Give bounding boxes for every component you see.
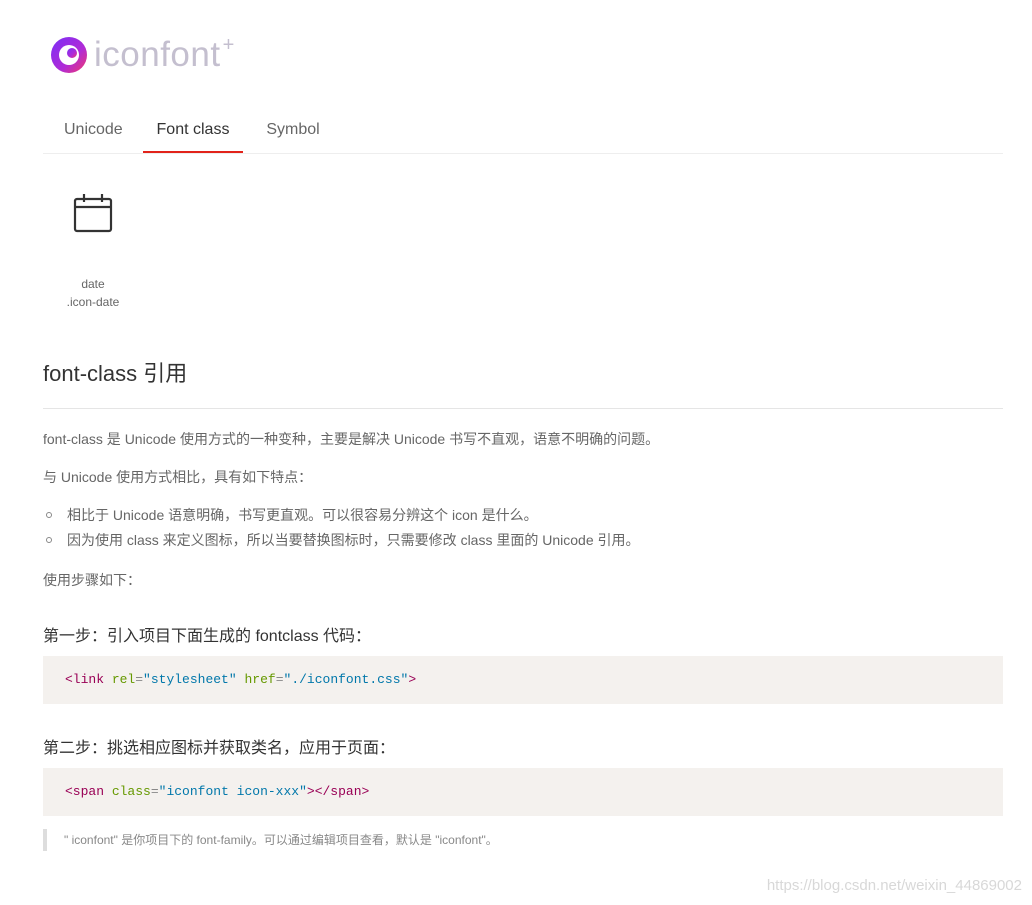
code-tag-close: > <box>408 672 417 687</box>
icon-class-code: .icon-date <box>66 295 120 309</box>
code-attr: rel <box>111 672 136 687</box>
calendar-icon <box>73 194 113 233</box>
usage-paragraph: 使用步骤如下： <box>43 572 141 588</box>
iconfont-logo-icon <box>51 37 87 73</box>
brand-name: iconfont <box>94 35 221 74</box>
icon-item-date[interactable]: date .icon-date <box>43 185 143 311</box>
section-title: font-class 引用 <box>43 361 188 386</box>
tab-bar: Unicode Font class Symbol <box>43 108 1003 154</box>
list-item: 因为使用 class 来定义图标，所以当要替换图标时，只需要修改 class 里… <box>43 532 640 557</box>
code-tag-open: <link <box>65 672 105 687</box>
code-attr: href <box>244 672 276 687</box>
list-item: 相比于 Unicode 语意明确，书写更直观。可以很容易分辨这个 icon 是什… <box>43 507 640 532</box>
code-tag-open: <span <box>65 784 105 799</box>
code-block-span: <span class="iconfont icon-xxx"></span> <box>43 768 1003 816</box>
step-two-title: 第二步：挑选相应图标并获取类名，应用于页面： <box>43 740 396 757</box>
brand-plus: + <box>222 34 235 56</box>
section-divider <box>43 408 1003 409</box>
intro-paragraph: font-class 是 Unicode 使用方式的一种变种，主要是解决 Uni… <box>43 431 660 447</box>
code-value: "./iconfont.css" <box>283 672 409 687</box>
tab-unicode[interactable]: Unicode <box>64 108 123 152</box>
watermark-url: https://blog.csdn.net/weixin_44869002 <box>766 877 1022 894</box>
step-one-title: 第一步：引入项目下面生成的 fontclass 代码： <box>43 628 372 645</box>
code-value: "iconfont icon-xxx" <box>158 784 307 799</box>
code-block-link: <link rel="stylesheet" href="./iconfont.… <box>43 656 1003 704</box>
feature-list: 相比于 Unicode 语意明确，书写更直观。可以很容易分辨这个 icon 是什… <box>43 507 640 557</box>
tab-font-class[interactable]: Font class <box>143 108 243 153</box>
brand-logo[interactable]: iconfont + <box>50 34 235 74</box>
compare-paragraph: 与 Unicode 使用方式相比，具有如下特点： <box>43 469 313 485</box>
code-attr: class <box>111 784 151 799</box>
icon-name: date <box>81 277 105 291</box>
code-tag-close: ></span> <box>306 784 370 799</box>
tab-symbol[interactable]: Symbol <box>266 108 320 152</box>
font-family-note: " iconfont" 是你项目下的 font-family。可以通过编辑项目查… <box>43 829 498 851</box>
code-value: "stylesheet" <box>143 672 237 687</box>
